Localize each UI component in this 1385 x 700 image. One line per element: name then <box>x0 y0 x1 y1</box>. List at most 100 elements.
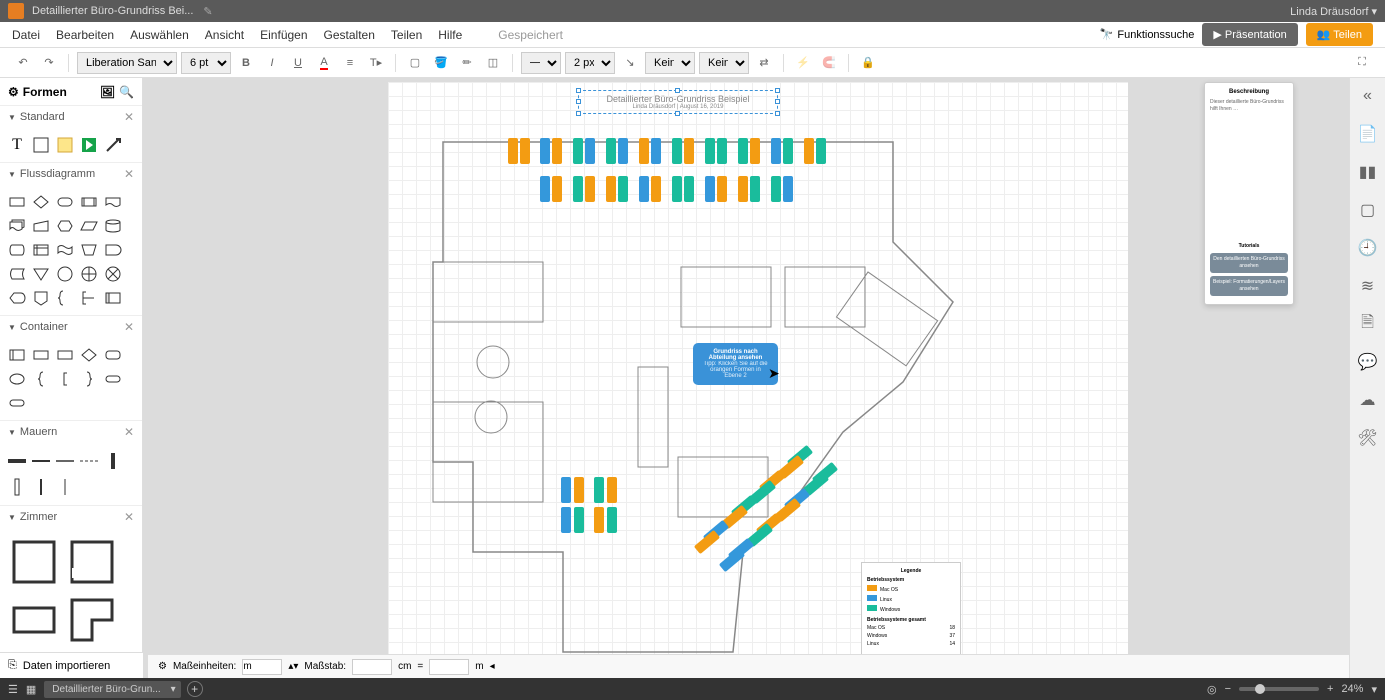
info-tooltip[interactable]: Grundriss nach Abteilung ansehen Tipp: K… <box>693 343 778 385</box>
room-square-door[interactable] <box>64 534 120 590</box>
magnet-button[interactable]: 🧲 <box>818 52 840 74</box>
shape-directdata[interactable] <box>6 239 28 261</box>
desk[interactable] <box>574 477 584 503</box>
shape-delay[interactable] <box>102 239 124 261</box>
desk[interactable] <box>607 477 617 503</box>
redo-button[interactable]: ↷ <box>38 52 60 74</box>
close-icon[interactable]: ✕ <box>124 320 134 334</box>
shape-cont5[interactable] <box>102 344 124 366</box>
search-icon[interactable]: 🔍 <box>119 85 134 99</box>
desk[interactable] <box>618 176 628 202</box>
wall-solid[interactable] <box>6 449 28 473</box>
shape-process[interactable] <box>6 191 28 213</box>
line-style-select[interactable]: ─── <box>521 52 561 74</box>
tools-icon[interactable]: 🛠 <box>1358 428 1378 448</box>
shape-brace-r[interactable] <box>78 368 100 390</box>
shape-predefined[interactable] <box>78 191 100 213</box>
image-icon[interactable]: 🖼 <box>100 85 115 99</box>
shape-bracket-l[interactable] <box>54 368 76 390</box>
desk[interactable] <box>561 507 571 533</box>
desk[interactable] <box>705 176 715 202</box>
zoom-value[interactable]: 24% <box>1341 683 1363 695</box>
room-square[interactable] <box>6 534 62 590</box>
stroke-width-select[interactable]: 2 px <box>565 52 615 74</box>
wall-vert4[interactable] <box>54 475 76 499</box>
desk[interactable] <box>771 176 781 202</box>
text-options-button[interactable]: T▸ <box>365 52 387 74</box>
align-button[interactable]: ≡ <box>339 52 361 74</box>
section-walls-header[interactable]: ▼Mauern✕ <box>0 421 142 443</box>
close-icon[interactable]: ✕ <box>124 425 134 439</box>
desc-button-2[interactable]: Beispiel: Formatierungen/Layers ansehen <box>1210 276 1288 296</box>
shape-data[interactable] <box>78 215 100 237</box>
desk[interactable] <box>552 138 562 164</box>
shape-pill2[interactable] <box>102 368 124 390</box>
gear-icon[interactable]: ⚙ <box>8 85 19 99</box>
shape-brace[interactable] <box>54 287 76 309</box>
shape-pill3[interactable] <box>6 392 28 414</box>
history-icon[interactable]: 🕘 <box>1358 238 1378 258</box>
gear-icon[interactable]: ⚙ <box>158 661 167 672</box>
desk[interactable] <box>738 176 748 202</box>
user-menu[interactable]: Linda Dräusdorf ▾ <box>1290 5 1377 18</box>
share-button[interactable]: 👥 Teilen <box>1306 23 1373 46</box>
desk[interactable] <box>574 507 584 533</box>
desk[interactable] <box>594 477 604 503</box>
menu-auswaehlen[interactable]: Auswählen <box>130 28 189 42</box>
font-select[interactable]: Liberation Sans <box>77 52 177 74</box>
desk[interactable] <box>585 138 595 164</box>
desk[interactable] <box>552 176 562 202</box>
wall-vert-thick[interactable] <box>102 449 124 473</box>
arrow-start-select[interactable]: Keine <box>645 52 695 74</box>
line-type-button[interactable]: ↘ <box>619 52 641 74</box>
shape-manual-op[interactable] <box>78 239 100 261</box>
desk[interactable] <box>783 176 793 202</box>
desk[interactable] <box>540 176 550 202</box>
menu-einfuegen[interactable]: Einfügen <box>260 28 307 42</box>
swap-arrows-button[interactable]: ⇄ <box>753 52 775 74</box>
fill-button[interactable]: ▢ <box>404 52 426 74</box>
desk[interactable] <box>672 138 682 164</box>
room-lshape[interactable] <box>64 592 120 648</box>
underline-button[interactable]: U <box>287 52 309 74</box>
room-rect[interactable] <box>6 592 62 648</box>
shape-cont3[interactable] <box>54 344 76 366</box>
data-icon[interactable]: 🗎 <box>1358 314 1378 334</box>
presentation-button[interactable]: ▶ Präsentation <box>1202 23 1297 46</box>
desk[interactable] <box>594 507 604 533</box>
rename-icon[interactable]: ✎ <box>203 5 212 18</box>
scale-input-1[interactable] <box>352 659 392 675</box>
border-color-button[interactable]: ✏ <box>456 52 478 74</box>
menu-datei[interactable]: Datei <box>12 28 40 42</box>
desk[interactable] <box>750 176 760 202</box>
bold-button[interactable]: B <box>235 52 257 74</box>
desk[interactable] <box>508 138 518 164</box>
shape-note[interactable] <box>54 134 76 156</box>
desk[interactable] <box>561 477 571 503</box>
wall-vert2[interactable] <box>6 475 28 499</box>
desk[interactable] <box>618 138 628 164</box>
document-name[interactable]: Detaillierter Büro-Grundriss Bei... <box>32 5 193 17</box>
collapse-rail-icon[interactable]: « <box>1358 86 1378 106</box>
shape-cont2[interactable] <box>30 344 52 366</box>
wall-medium[interactable] <box>30 449 52 473</box>
section-container-header[interactable]: ▼Container✕ <box>0 316 142 338</box>
desk[interactable] <box>639 138 649 164</box>
desk[interactable] <box>750 138 760 164</box>
close-icon[interactable]: ✕ <box>124 167 134 181</box>
action-button[interactable]: ⚡ <box>792 52 814 74</box>
import-data-button[interactable]: ⎘ Daten importieren <box>0 652 143 678</box>
shape-papertape[interactable] <box>54 239 76 261</box>
desk[interactable] <box>804 138 814 164</box>
desk[interactable] <box>771 138 781 164</box>
undo-button[interactable]: ↶ <box>12 52 34 74</box>
shape-database[interactable] <box>102 215 124 237</box>
desk[interactable] <box>684 176 694 202</box>
desk[interactable] <box>705 138 715 164</box>
menu-hilfe[interactable]: Hilfe <box>438 28 462 42</box>
cloud-icon[interactable]: ☁ <box>1358 390 1378 410</box>
desk[interactable] <box>606 138 616 164</box>
desk[interactable] <box>816 138 826 164</box>
collapse-scale-icon[interactable]: ◂ <box>490 661 495 672</box>
shape-preparation[interactable] <box>54 215 76 237</box>
